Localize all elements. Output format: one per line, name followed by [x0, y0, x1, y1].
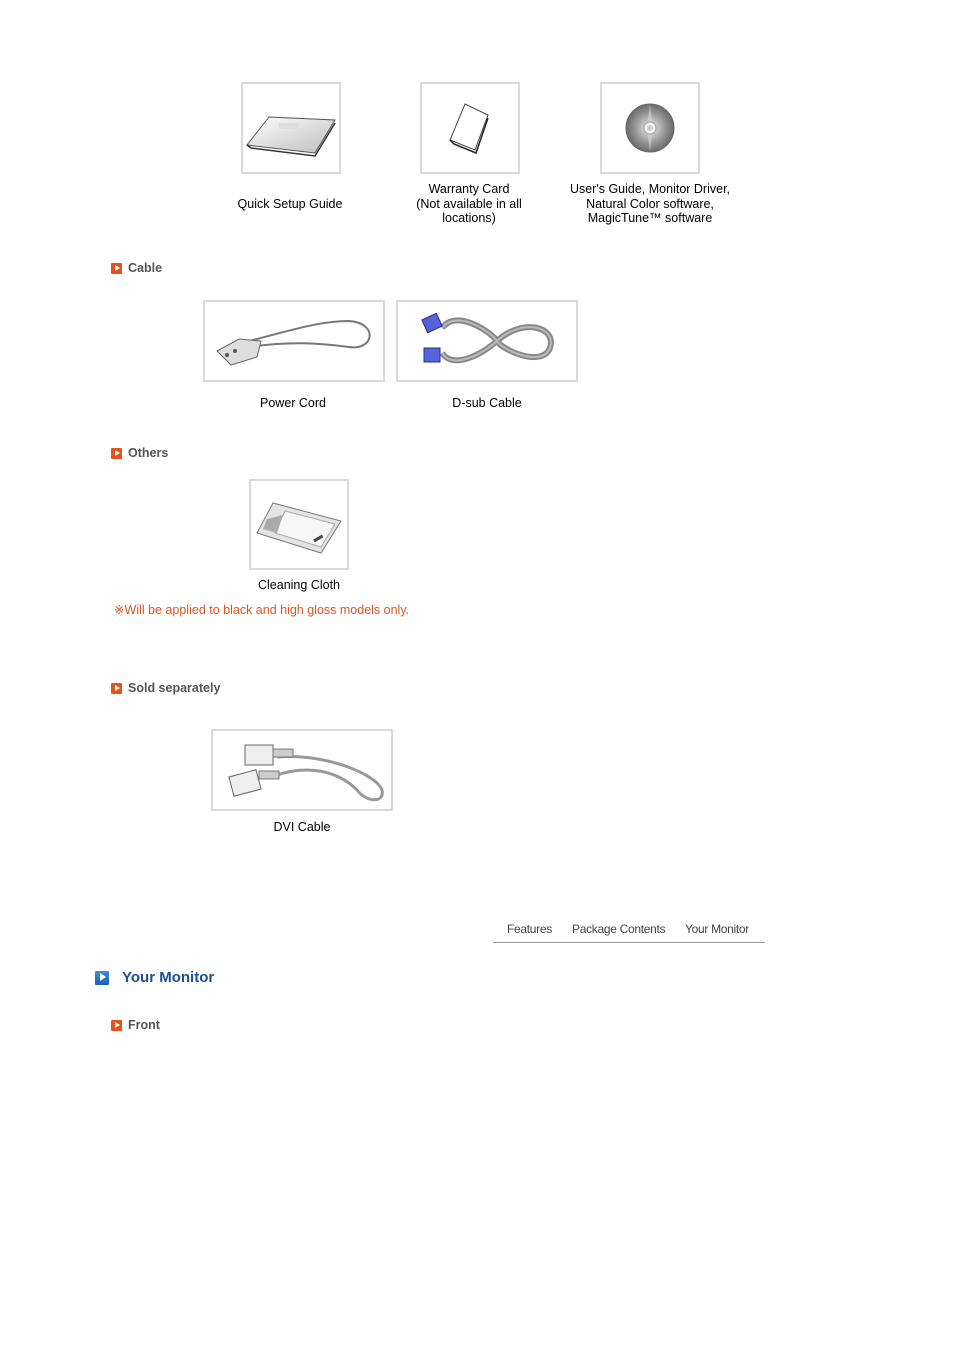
warranty-card-caption: Warranty Card (Not available in all loca… — [416, 182, 522, 225]
dsub-cable-image — [396, 300, 578, 382]
cleaning-cloth-icon — [256, 501, 342, 554]
cleaning-cloth-caption: Cleaning Cloth — [258, 578, 340, 592]
power-cord-icon — [216, 319, 371, 366]
cd-image — [600, 82, 700, 174]
warranty-card-image — [420, 82, 520, 174]
setup-guide-icon — [246, 116, 336, 157]
dvi-cable-icon — [228, 744, 384, 802]
nav-link-features[interactable]: Features — [507, 922, 552, 936]
your-monitor-heading: Your Monitor — [95, 969, 214, 986]
nav-link-package-contents[interactable]: Package Contents — [572, 922, 666, 936]
cd-icon — [625, 103, 675, 153]
power-cord-caption: Power Cord — [260, 396, 326, 410]
section-heading-cable: Cable — [111, 261, 162, 275]
arrow-right-icon — [111, 1019, 122, 1031]
nav-link-your-monitor[interactable]: Your Monitor — [685, 922, 749, 936]
quick-setup-guide-image — [241, 82, 341, 174]
cd-caption: User's Guide, Monitor Driver, Natural Co… — [569, 182, 731, 225]
section-heading-sold-separately: Sold separately — [111, 681, 220, 695]
section-heading-front: Front — [111, 1018, 160, 1032]
dsub-cable-caption: D-sub Cable — [452, 396, 522, 410]
gloss-models-note: ※Will be applied to black and high gloss… — [114, 603, 410, 617]
dvi-cable-image — [211, 729, 393, 811]
power-cord-image — [203, 300, 385, 382]
quick-setup-guide-caption: Quick Setup Guide — [237, 197, 343, 211]
dsub-cable-icon — [421, 312, 554, 364]
arrow-right-icon — [111, 682, 122, 694]
cleaning-cloth-image — [249, 479, 349, 570]
warranty-card-icon — [449, 103, 489, 154]
section-nav: Features Package Contents Your Monitor — [493, 918, 765, 943]
arrow-right-icon — [111, 447, 122, 459]
arrow-right-icon — [111, 262, 122, 274]
play-icon — [95, 970, 109, 985]
dvi-cable-caption: DVI Cable — [273, 820, 331, 834]
section-heading-others: Others — [111, 446, 168, 460]
